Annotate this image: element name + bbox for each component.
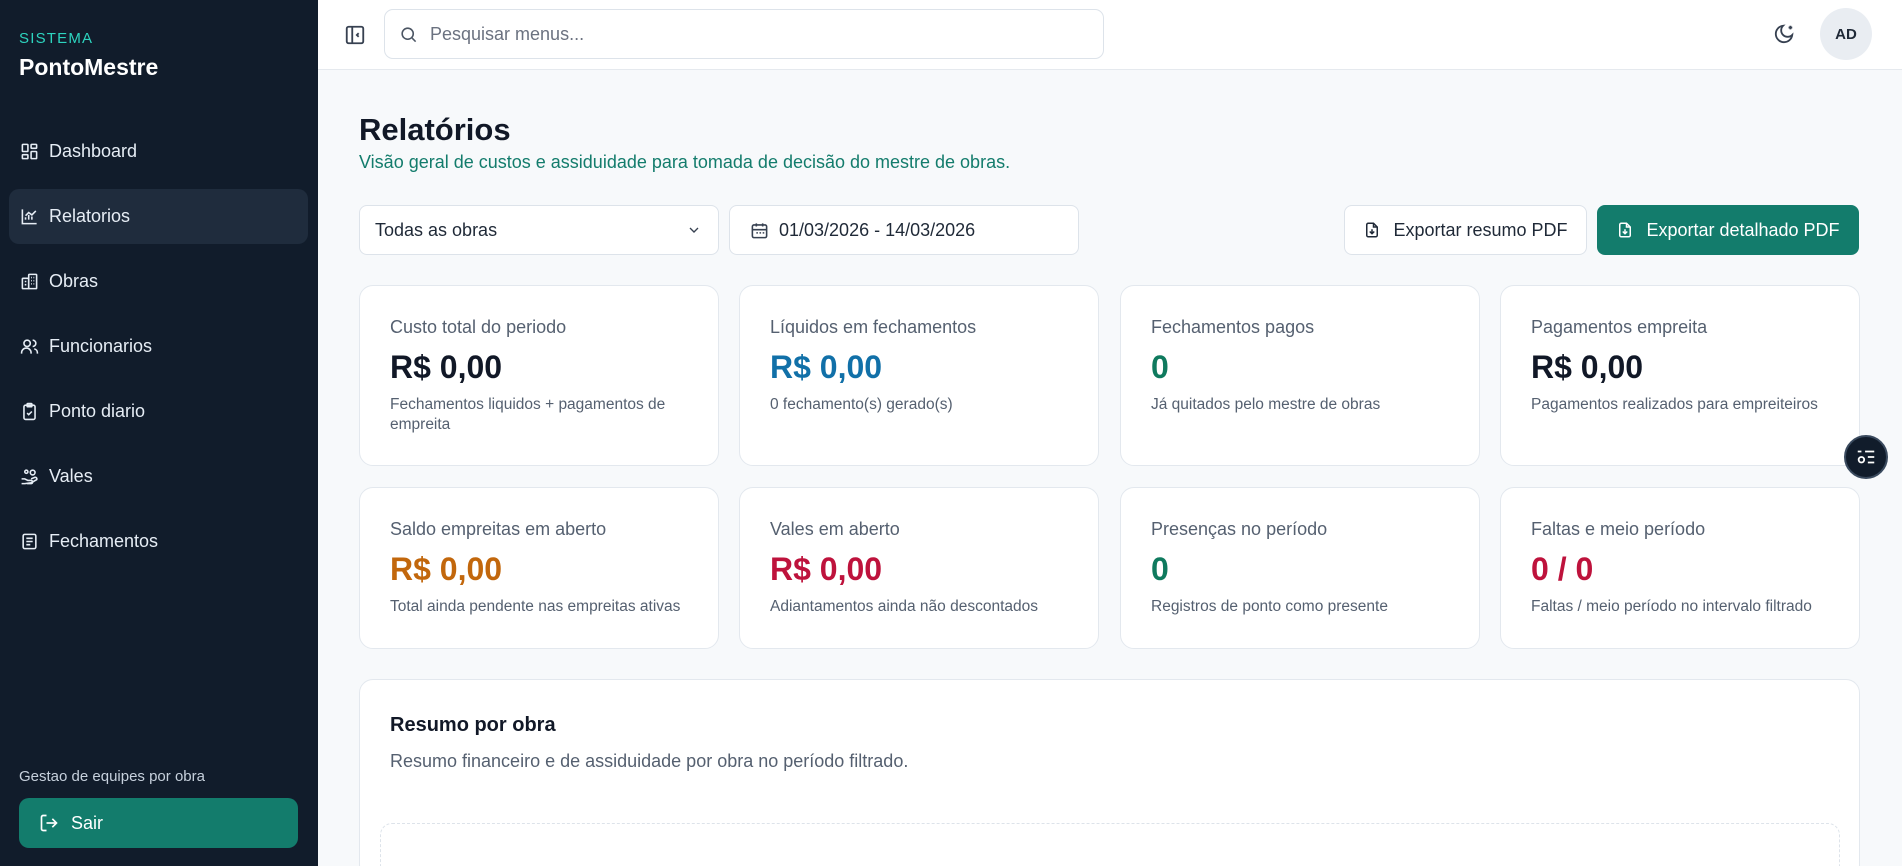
stat-card-note: Adiantamentos ainda não descontados: [770, 598, 1039, 616]
stat-card-label: Líquidos em fechamentos: [770, 317, 977, 337]
stat-card-note: Registros de ponto como presente: [1151, 598, 1388, 616]
stat-card-liquidos: Líquidos em fechamentos R$ 0,00 0 fecham…: [739, 285, 1099, 466]
obra-select[interactable]: Todas as obras: [359, 205, 719, 255]
sidebar-item-label: Fechamentos: [49, 531, 159, 551]
export-summary-pdf-button[interactable]: Exportar resumo PDF: [1344, 205, 1587, 255]
dashboard-icon: [19, 142, 39, 162]
sidebar-item-funcionarios[interactable]: Funcionarios: [9, 319, 308, 374]
sidebar-item-label: Funcionarios: [49, 336, 153, 356]
sidebar-item-label: Vales: [49, 466, 93, 486]
logout-icon: [40, 814, 58, 832]
theme-toggle-button[interactable]: [1773, 23, 1797, 47]
stat-card-label: Custo total do periodo: [390, 317, 567, 337]
summary-subtitle: Resumo financeiro e de assiduidade por o…: [390, 751, 909, 771]
stat-card-note: Já quitados pelo mestre de obras: [1151, 396, 1381, 414]
obra-select-value: Todas as obras: [375, 219, 498, 240]
sidebar-item-label: Relatorios: [49, 206, 131, 226]
panel-left-icon: [345, 25, 365, 45]
stat-card-pagamentos-empreita: Pagamentos empreita R$ 0,00 Pagamentos r…: [1500, 285, 1860, 466]
stat-card-note: 0 fechamento(s) gerado(s): [770, 396, 953, 414]
stat-card-note: Pagamentos realizados para empreiteiros: [1531, 396, 1818, 414]
date-range-value: 01/03/2026 - 14/03/2026: [779, 219, 976, 240]
users-icon: [19, 337, 39, 357]
search-icon: [401, 26, 417, 42]
stat-card-label: Presenças no período: [1151, 519, 1328, 539]
stat-card-label: Faltas e meio período: [1531, 519, 1706, 539]
avatar[interactable]: AD: [1820, 8, 1872, 60]
page-title: Relatórios: [359, 112, 511, 147]
stat-card-note: Faltas / meio período no intervalo filtr…: [1531, 598, 1812, 616]
stat-card-fechamentos-pagos: Fechamentos pagos 0 Já quitados pelo mes…: [1120, 285, 1480, 466]
chevron-down-icon: [689, 227, 699, 233]
sidebar-nav: Dashboard Relatorios Obras Funcionarios …: [9, 124, 308, 579]
stat-card-label: Vales em aberto: [770, 519, 900, 539]
export-detailed-pdf-button[interactable]: Exportar detalhado PDF: [1597, 205, 1859, 255]
sidebar-item-ponto-diario[interactable]: Ponto diario: [9, 384, 308, 439]
sidebar-item-label: Ponto diario: [49, 401, 146, 421]
brand-kicker: SISTEMA: [19, 30, 94, 47]
stat-card-value: 0: [1151, 551, 1169, 587]
stat-card-value: R$ 0,00: [1531, 349, 1644, 385]
hand-coins-icon: [19, 467, 39, 487]
date-range-picker[interactable]: 01/03/2026 - 14/03/2026: [729, 205, 1079, 255]
stat-card-value: 0 / 0: [1531, 551, 1594, 587]
sidebar-item-dashboard[interactable]: Dashboard: [9, 124, 308, 179]
stat-card-saldo-empreitas: Saldo empreitas em aberto R$ 0,00 Total …: [359, 487, 719, 649]
search-input[interactable]: [430, 23, 1070, 45]
sidebar-footer-text: Gestao de equipes por obra: [19, 768, 205, 785]
export-summary-label: Exportar resumo PDF: [1393, 219, 1568, 240]
floating-menu-button[interactable]: [1844, 435, 1888, 479]
logout-label: Sair: [71, 812, 104, 833]
sidebar-toggle-button[interactable]: [344, 24, 366, 46]
search-box[interactable]: [384, 9, 1104, 59]
list-settings-icon: [1857, 450, 1875, 464]
chart-icon: [19, 207, 39, 227]
file-download-icon: [1619, 222, 1632, 238]
sidebar: SISTEMA PontoMestre Dashboard Relatorios…: [0, 0, 318, 866]
sidebar-item-label: Obras: [49, 271, 99, 291]
building-icon: [19, 272, 39, 292]
export-detailed-label: Exportar detalhado PDF: [1646, 219, 1840, 240]
stat-card-value: R$ 0,00: [770, 349, 883, 385]
stat-card-value: 0: [1151, 349, 1169, 385]
sidebar-item-label: Dashboard: [49, 141, 138, 161]
stat-card-label: Saldo empreitas em aberto: [390, 519, 607, 539]
summary-title: Resumo por obra: [390, 714, 556, 736]
stat-card-presencas: Presenças no período 0 Registros de pont…: [1120, 487, 1480, 649]
topbar: AD: [318, 0, 1902, 70]
logout-button[interactable]: Sair: [19, 798, 298, 848]
stat-card-label: Fechamentos pagos: [1151, 317, 1315, 337]
stat-card-value: R$ 0,00: [390, 551, 503, 587]
summary-table-placeholder: [380, 823, 1840, 866]
moon-icon: [1774, 24, 1794, 44]
sidebar-item-obras[interactable]: Obras: [9, 254, 308, 309]
calendar-icon: [751, 222, 768, 238]
page-subtitle: Visão geral de custos e assiduidade para…: [359, 152, 1011, 172]
sidebar-item-fechamentos[interactable]: Fechamentos: [9, 514, 308, 569]
document-icon: [19, 532, 39, 552]
stat-card-note: Total ainda pendente nas empreitas ativa…: [390, 598, 681, 616]
file-download-icon: [1366, 222, 1379, 238]
brand-name: PontoMestre: [19, 54, 159, 80]
stat-card-vales-aberto: Vales em aberto R$ 0,00 Adiantamentos ai…: [739, 487, 1099, 649]
stat-card-value: R$ 0,00: [390, 349, 503, 385]
summary-panel: Resumo por obra Resumo financeiro e de a…: [359, 679, 1860, 866]
stat-card-note: Fechamentos liquidos + pagamentos de emp…: [390, 396, 666, 434]
sidebar-item-vales[interactable]: Vales: [9, 449, 308, 504]
stat-card-faltas: Faltas e meio período 0 / 0 Faltas / mei…: [1500, 487, 1860, 649]
stat-card-custo-total: Custo total do periodo R$ 0,00 Fechament…: [359, 285, 719, 466]
stat-card-label: Pagamentos empreita: [1531, 317, 1708, 337]
clipboard-check-icon: [19, 402, 39, 422]
stat-card-value: R$ 0,00: [770, 551, 883, 587]
sidebar-item-relatorios[interactable]: Relatorios: [9, 189, 308, 244]
